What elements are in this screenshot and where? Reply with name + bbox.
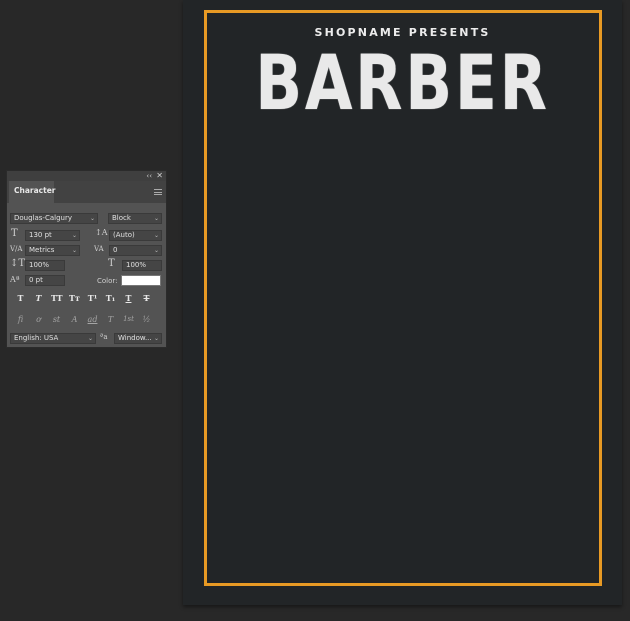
character-panel: ‹‹ ✕ Character Douglas-Calgury ⌄ Block ⌄… xyxy=(6,170,167,348)
antialias-value: Window... xyxy=(118,334,152,342)
ligatures-button[interactable]: fi xyxy=(15,315,26,324)
font-family-dropdown[interactable]: Douglas-Calgury ⌄ xyxy=(10,213,98,224)
fractions-button[interactable]: ½ xyxy=(141,315,152,324)
font-style-dropdown[interactable]: Block ⌄ xyxy=(108,213,162,224)
all-caps-button[interactable]: TT xyxy=(51,293,63,303)
opentype-buttons: fi ơ st A ad T 1st ½ xyxy=(15,315,152,324)
chevron-down-icon: ⌄ xyxy=(153,247,159,254)
chevron-down-icon: ⌄ xyxy=(153,335,159,342)
chevron-down-icon: ⌄ xyxy=(71,247,77,254)
antialias-dropdown[interactable]: Window... ⌄ xyxy=(114,333,162,344)
discretionary-ligatures-button[interactable]: ơ xyxy=(33,315,44,324)
titling-alternates-button[interactable]: T xyxy=(105,315,116,324)
close-icon[interactable]: ✕ xyxy=(156,171,163,181)
subscript-button[interactable]: T₁ xyxy=(105,293,116,303)
ordinals-button[interactable]: 1st xyxy=(123,315,134,324)
font-family-value: Douglas-Calgury xyxy=(14,214,72,222)
panel-title-bar[interactable]: ‹‹ ✕ xyxy=(7,171,166,181)
color-swatch[interactable] xyxy=(121,275,161,286)
vertical-scale-field[interactable]: 100% xyxy=(25,260,65,271)
swash-button[interactable]: A xyxy=(69,315,80,324)
tracking-dropdown[interactable]: 0 ⌄ xyxy=(109,245,162,256)
chevron-down-icon: ⌄ xyxy=(153,232,159,239)
language-value: English: USA xyxy=(14,334,59,342)
tracking-icon: VA xyxy=(94,245,104,253)
chevron-down-icon: ⌄ xyxy=(87,335,93,342)
panel-tab-bar: Character xyxy=(7,181,166,203)
language-dropdown[interactable]: English: USA ⌄ xyxy=(10,333,96,344)
font-style-value: Block xyxy=(112,214,131,222)
font-size-icon: T xyxy=(11,228,18,239)
faux-bold-button[interactable]: T xyxy=(15,293,26,303)
document-canvas[interactable]: SHOPNAME PRESENTS BARBER xyxy=(183,0,622,605)
horizontal-scale-icon: T xyxy=(108,258,115,269)
vertical-scale-icon: ↕T xyxy=(10,258,26,269)
leading-icon: ↕A xyxy=(95,228,108,237)
contextual-alternates-button[interactable]: st xyxy=(51,315,62,324)
stylistic-alternates-button[interactable]: ad xyxy=(87,315,98,324)
superscript-button[interactable]: T¹ xyxy=(87,293,98,303)
poster-headline[interactable]: BARBER xyxy=(205,38,600,128)
type-style-buttons: T T TT Tт T¹ T₁ T T xyxy=(15,293,152,303)
horizontal-scale-field[interactable]: 100% xyxy=(122,260,162,271)
leading-dropdown[interactable]: (Auto) ⌄ xyxy=(109,230,162,241)
baseline-shift-icon: Aª xyxy=(10,275,20,284)
baseline-shift-field[interactable]: 0 pt xyxy=(25,275,65,286)
tab-character[interactable]: Character xyxy=(9,181,55,203)
chevron-down-icon: ⌄ xyxy=(71,232,77,239)
faux-italic-button[interactable]: T xyxy=(33,293,44,303)
leading-value: (Auto) xyxy=(113,231,135,239)
font-size-dropdown[interactable]: 130 pt ⌄ xyxy=(25,230,80,241)
panel-menu-icon[interactable] xyxy=(154,189,162,195)
chevron-down-icon: ⌄ xyxy=(153,215,159,222)
kerning-value: Metrics xyxy=(29,246,55,254)
tracking-value: 0 xyxy=(113,246,118,254)
kerning-icon: V/A xyxy=(10,245,23,253)
strikethrough-button[interactable]: T xyxy=(141,293,152,303)
aa-icon: ªa xyxy=(100,333,108,341)
collapse-icon[interactable]: ‹‹ xyxy=(146,171,152,181)
chevron-down-icon: ⌄ xyxy=(89,215,95,222)
font-size-value: 130 pt xyxy=(29,231,52,239)
underline-button[interactable]: T xyxy=(123,293,134,303)
color-label: Color: xyxy=(97,277,118,285)
kerning-dropdown[interactable]: Metrics ⌄ xyxy=(25,245,80,256)
small-caps-button[interactable]: Tт xyxy=(69,293,80,303)
